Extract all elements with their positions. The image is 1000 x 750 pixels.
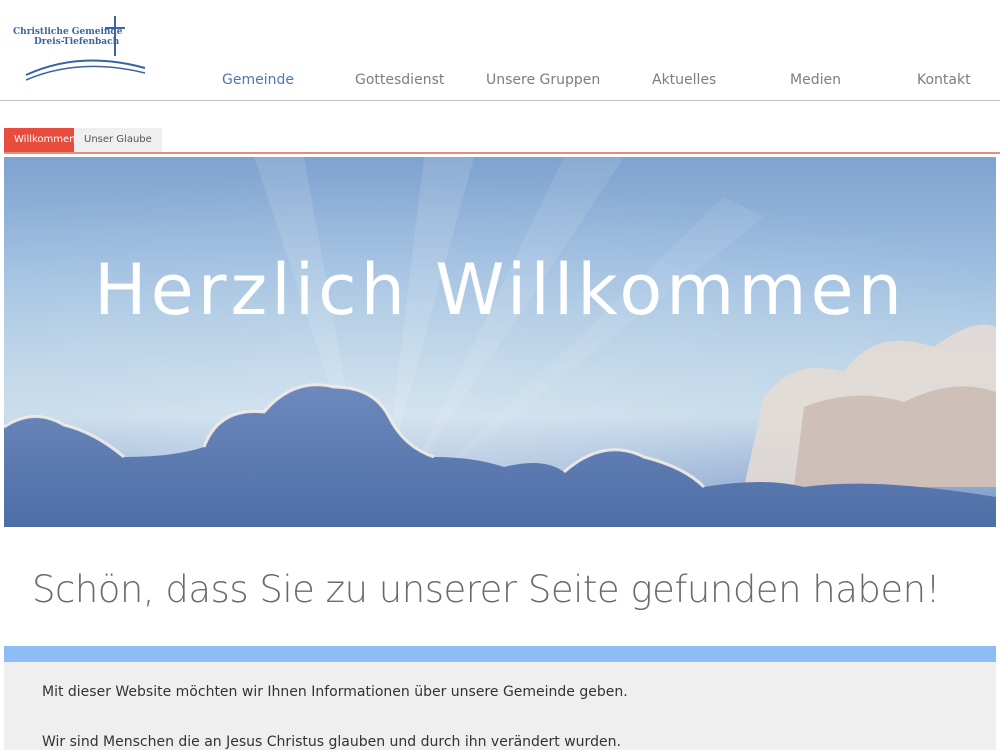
nav-item-medien[interactable]: Medien [790,72,841,88]
nav-item-gemeinde[interactable]: Gemeinde [222,72,294,88]
info-paragraph-1: Mit dieser Website möchten wir Ihnen Inf… [42,684,628,700]
logo-line-1: Christliche Gemeinde [13,27,123,37]
nav-item-aktuelles[interactable]: Aktuelles [652,72,716,88]
tab-unser-glaube[interactable]: Unser Glaube [74,128,162,152]
hero-banner: Herzlich Willkommen [4,157,996,527]
hero-title: Herzlich Willkommen [94,249,906,331]
logo-line-2: Dreis-Tiefenbach [34,37,120,47]
site-header: Christliche Gemeinde Dreis-Tiefenbach Ge… [0,0,1000,101]
main-nav: Gemeinde Gottesdienst Unsere Gruppen Akt… [0,72,1000,94]
sub-navigation: Willkommen Unser Glaube [4,128,1000,154]
nav-item-unsere-gruppen[interactable]: Unsere Gruppen [486,72,600,88]
welcome-heading: Schön, dass Sie zu unserer Seite gefunde… [32,568,940,611]
info-section: Mit dieser Website möchten wir Ihnen Inf… [4,662,996,750]
info-accent-bar [4,646,996,662]
nav-item-kontakt[interactable]: Kontakt [917,72,971,88]
info-paragraph-2: Wir sind Menschen die an Jesus Christus … [42,734,621,750]
sky-clouds-image [4,157,996,527]
nav-item-gottesdienst[interactable]: Gottesdienst [355,72,444,88]
